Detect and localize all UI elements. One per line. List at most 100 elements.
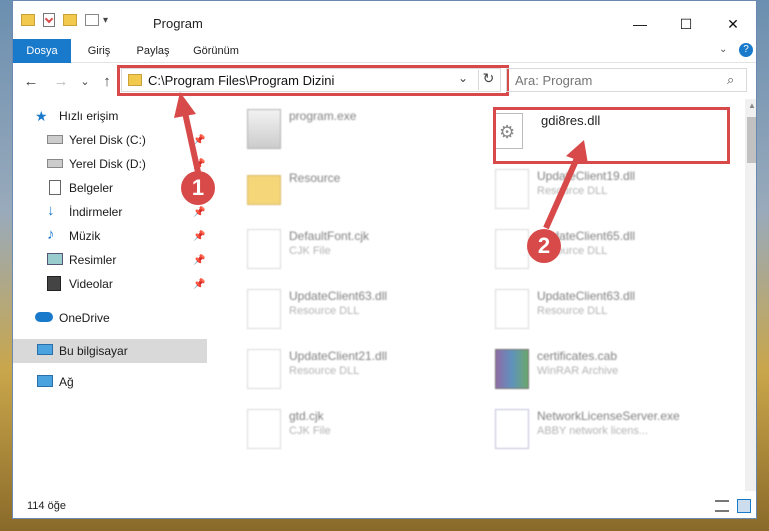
sidebar-item-label: Bu bilgisayar	[59, 344, 128, 358]
pictures-icon	[47, 253, 63, 265]
new-folder-icon[interactable]	[63, 14, 77, 26]
sidebar-item-videos[interactable]: Videolar 📌	[13, 273, 207, 295]
folder-icon[interactable]	[21, 14, 35, 26]
sidebar-item-label: Hızlı erişim	[59, 109, 119, 123]
tab-paylas[interactable]: Paylaş	[127, 39, 179, 63]
sidebar-item-label: Yerel Disk (D:)	[69, 157, 146, 171]
file-item[interactable]: UpdateClient19.dll Resource DLL	[489, 163, 729, 215]
tab-gorunum[interactable]: Görünüm	[185, 39, 247, 63]
file-item[interactable]: UpdateClient65.dll Resource DLL	[489, 223, 729, 275]
sidebar-item-label: Ağ	[59, 375, 74, 389]
file-item[interactable]: program.exe	[241, 103, 481, 155]
sidebar-item-pictures[interactable]: Resimler 📌	[13, 249, 207, 271]
up-button[interactable]: ↑	[97, 72, 117, 92]
file-name: UpdateClient19.dll	[537, 169, 636, 183]
sidebar-item-quick-access[interactable]: ★ Hızlı erişim	[13, 105, 207, 127]
expand-ribbon-icon[interactable]: ⌄	[719, 44, 727, 55]
search-input[interactable]	[507, 69, 717, 91]
explorer-window: ▾ Program — ☐ ✕ Dosya Giriş Paylaş Görün…	[12, 0, 757, 519]
file-icon	[247, 409, 281, 449]
back-button[interactable]: ←	[21, 72, 41, 92]
file-type: CJK File	[289, 425, 331, 437]
pin-icon[interactable]: 📌	[193, 255, 205, 266]
sidebar-item-label: Videolar	[69, 277, 113, 291]
videos-icon	[47, 276, 61, 291]
help-icon[interactable]: ?	[739, 43, 753, 57]
file-name: UpdateClient21.dll	[289, 349, 388, 363]
file-item[interactable]: UpdateClient63.dll Resource DLL	[241, 283, 481, 335]
file-item[interactable]: certificates.cab WinRAR Archive	[489, 343, 729, 395]
pin-icon[interactable]: 📌	[193, 231, 205, 242]
sidebar-item-music[interactable]: ♪ Müzik 📌	[13, 225, 207, 247]
file-item[interactable]: UpdateClient21.dll Resource DLL	[241, 343, 481, 395]
properties-icon[interactable]	[43, 13, 55, 27]
recent-locations-button[interactable]: ⌄	[75, 72, 95, 92]
archive-icon	[495, 349, 529, 389]
details-view-icon[interactable]	[715, 500, 729, 512]
pin-icon[interactable]: 📌	[193, 159, 205, 170]
file-highlight-box	[493, 107, 730, 164]
vertical-scrollbar[interactable]: ▲	[745, 99, 756, 491]
sidebar-item-local-disk-c[interactable]: Yerel Disk (C:) 📌	[13, 129, 207, 151]
close-button[interactable]: ✕	[710, 11, 756, 37]
sidebar-item-downloads[interactable]: ↓ İndirmeler 📌	[13, 201, 207, 223]
tab-dosya[interactable]: Dosya	[13, 39, 71, 63]
dll-gear-icon	[495, 229, 529, 269]
cloud-icon	[35, 312, 53, 322]
ribbon-tabs: Dosya Giriş Paylaş Görünüm ⌄ ?	[13, 39, 756, 63]
file-item[interactable]: UpdateClient63.dll Resource DLL	[489, 283, 729, 335]
file-name: DefaultFont.cjk	[289, 229, 370, 243]
scroll-up-icon[interactable]: ▲	[748, 101, 756, 110]
pin-icon[interactable]: 📌	[193, 135, 205, 146]
search-box[interactable]: ⌕	[506, 68, 747, 92]
file-item[interactable]: gtd.cjk CJK File	[241, 403, 481, 455]
music-icon: ♪	[47, 226, 55, 243]
file-type: Resource DLL	[537, 305, 608, 317]
navigation-pane: ★ Hızlı erişim Yerel Disk (C:) 📌 Yerel D…	[13, 99, 209, 491]
file-type: ABBY network licens...	[537, 425, 649, 437]
customize-toolbar-icon[interactable]: ▾	[103, 15, 108, 26]
step-marker-1: 1	[181, 171, 215, 205]
sidebar-item-network[interactable]: Ağ	[13, 371, 207, 393]
star-icon: ★	[35, 108, 48, 124]
file-item[interactable]: DefaultFont.cjk CJK File	[241, 223, 481, 275]
sidebar-item-label: İndirmeler	[69, 205, 123, 219]
maximize-button[interactable]: ☐	[663, 11, 709, 37]
view-options-icon[interactable]	[85, 14, 99, 26]
file-type: WinRAR Archive	[537, 365, 619, 377]
scroll-thumb[interactable]	[747, 117, 756, 163]
file-name: UpdateClient63.dll	[537, 289, 636, 303]
sidebar-item-this-pc[interactable]: Bu bilgisayar	[13, 339, 207, 363]
pin-icon[interactable]: 📌	[193, 279, 205, 290]
sidebar-item-label: OneDrive	[59, 311, 110, 325]
drive-icon	[47, 159, 63, 168]
navigation-bar: ← → ⌄ ↑ C:\Program Files\Program Dizini …	[13, 63, 756, 99]
file-type: Resource DLL	[537, 185, 608, 197]
pin-icon[interactable]: 📌	[193, 207, 205, 218]
file-name: certificates.cab	[537, 349, 618, 363]
sidebar-item-documents[interactable]: Belgeler 📌	[13, 177, 207, 199]
file-item[interactable]: NetworkLicenseServer.exe ABBY network li…	[489, 403, 729, 455]
sidebar-item-onedrive[interactable]: OneDrive	[13, 307, 207, 329]
file-name: UpdateClient63.dll	[289, 289, 388, 303]
search-icon[interactable]: ⌕	[727, 72, 734, 88]
minimize-button[interactable]: —	[617, 11, 663, 37]
sidebar-item-local-disk-d[interactable]: Yerel Disk (D:) 📌	[13, 153, 207, 175]
dll-gear-icon	[247, 289, 281, 329]
sidebar-item-label: Belgeler	[69, 181, 114, 195]
title-bar: ▾ Program — ☐ ✕	[13, 1, 756, 39]
dll-gear-icon	[247, 349, 281, 389]
file-name: program.exe	[289, 109, 357, 123]
file-list: program.exe ⚙ gdi8res.dll Resource Updat…	[209, 99, 745, 491]
exe-icon	[247, 109, 281, 149]
file-item[interactable]: Resource	[241, 163, 481, 215]
forward-button[interactable]: →	[51, 72, 71, 92]
address-highlight-box	[117, 65, 509, 96]
folder-icon	[247, 175, 281, 205]
tab-giris[interactable]: Giriş	[77, 39, 121, 63]
documents-icon	[49, 180, 61, 195]
file-type: Resource DLL	[289, 365, 360, 377]
network-icon	[37, 375, 53, 387]
large-icons-view-icon[interactable]	[737, 499, 751, 513]
drive-icon	[47, 135, 63, 144]
